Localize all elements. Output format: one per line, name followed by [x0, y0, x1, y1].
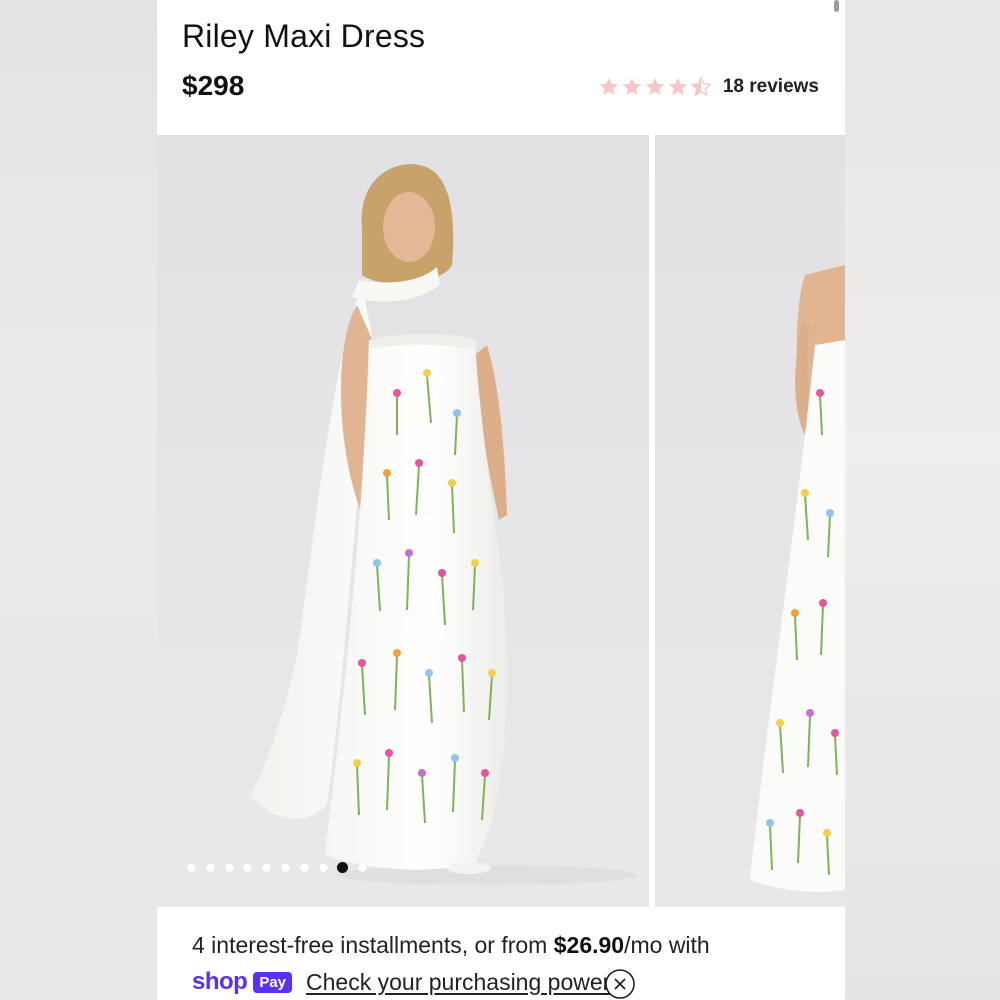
- star-rating: [598, 76, 713, 98]
- product-image-back[interactable]: [655, 135, 845, 907]
- carousel-dot[interactable]: [318, 863, 328, 872]
- product-image-carousel[interactable]: [157, 135, 845, 907]
- shop-pay-row: shop Pay Check your purchasing power: [192, 968, 610, 996]
- carousel-dot[interactable]: [205, 863, 215, 872]
- model-back-photo-icon: [750, 265, 845, 892]
- scrollbar-thumb[interactable]: [834, 0, 839, 12]
- installments-prefix: 4 interest-free installments, or from: [192, 932, 554, 958]
- half-star-icon: [690, 76, 712, 97]
- carousel-dot[interactable]: [358, 863, 368, 872]
- close-icon[interactable]: [604, 968, 636, 1000]
- carousel-dot[interactable]: [243, 863, 253, 872]
- rating-summary[interactable]: 18 reviews: [598, 76, 819, 98]
- star-icon: [668, 77, 688, 96]
- star-icon: [645, 77, 665, 96]
- carousel-pagination: [187, 862, 377, 873]
- installment-amount: $26.90: [553, 932, 625, 958]
- installments-suffix: /mo with: [624, 932, 710, 958]
- star-icon: [622, 77, 642, 96]
- carousel-dot[interactable]: [262, 863, 272, 872]
- carousel-dot[interactable]: [280, 863, 290, 872]
- carousel-dot[interactable]: [299, 863, 309, 872]
- star-icon: [599, 77, 619, 96]
- shop-pay-logo: shop: [192, 968, 248, 995]
- product-panel: Riley Maxi Dress $298 18 reviews 4 inter…: [157, 0, 845, 1000]
- background-left: [0, 0, 157, 1000]
- check-purchasing-power-link[interactable]: Check your purchasing power: [306, 969, 610, 996]
- product-image-front[interactable]: [157, 135, 649, 907]
- product-title: Riley Maxi Dress: [182, 18, 426, 54]
- carousel-dot-active[interactable]: [337, 862, 349, 873]
- reviews-link[interactable]: 18 reviews: [723, 76, 819, 98]
- installments-text: 4 interest-free installments, or from $2…: [192, 932, 710, 959]
- carousel-dot[interactable]: [224, 863, 234, 872]
- model-front-photo-icon: [249, 164, 637, 885]
- background-right: [845, 0, 1000, 1000]
- shop-pay-badge: Pay: [253, 971, 293, 993]
- carousel-dot[interactable]: [187, 863, 196, 872]
- product-price: $298: [182, 70, 245, 101]
